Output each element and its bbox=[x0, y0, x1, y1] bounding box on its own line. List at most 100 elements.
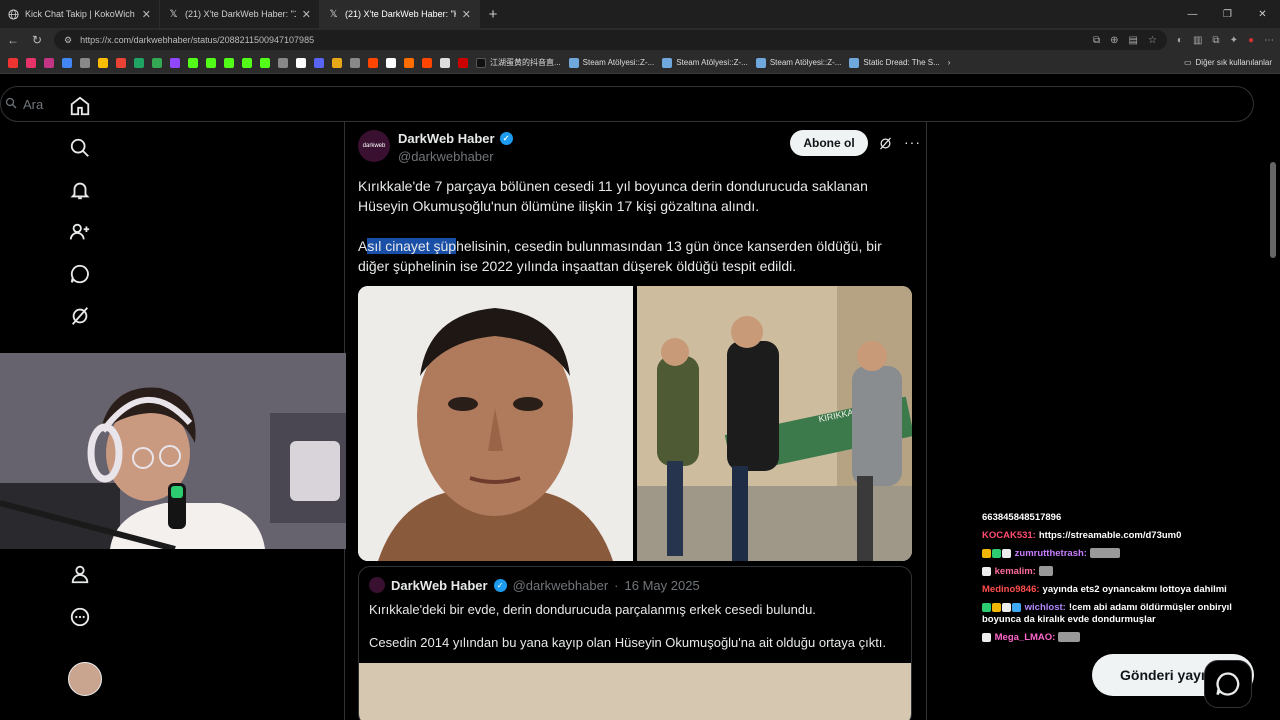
bookmark-favicon-icon[interactable] bbox=[116, 57, 126, 68]
bookmark-favicon-icon[interactable] bbox=[98, 57, 108, 68]
quote-media[interactable] bbox=[359, 663, 911, 720]
bookmark-favicon-icon[interactable] bbox=[170, 57, 180, 68]
bookmark-favicon-icon[interactable] bbox=[404, 57, 414, 68]
text-span: A bbox=[358, 238, 368, 254]
bookmark-favicon-icon[interactable] bbox=[224, 57, 234, 68]
bookmark-favicon-icon[interactable] bbox=[350, 57, 360, 68]
quote-paragraph: Kırıkkale'deki bir evde, derin dondurucu… bbox=[369, 602, 816, 617]
bookmark-favicon-icon[interactable] bbox=[422, 57, 432, 68]
bookmark-item[interactable]: Steam Atölyesi::Z-... bbox=[568, 57, 654, 68]
gift-badge-icon bbox=[992, 602, 1001, 612]
separator: · bbox=[614, 577, 619, 593]
restore-icon[interactable]: ❐ bbox=[1210, 0, 1245, 28]
bookmark-favicon-icon[interactable] bbox=[8, 57, 18, 68]
bookmark-item[interactable]: Steam Atölyesi::Z-... bbox=[662, 57, 748, 68]
bookmark-favicon-icon[interactable] bbox=[278, 57, 288, 68]
bookmark-favicon-icon[interactable] bbox=[440, 57, 450, 68]
chat-icon[interactable] bbox=[62, 256, 98, 292]
extension-icon[interactable]: ◐ bbox=[1177, 35, 1183, 46]
funeral-photo[interactable]: KIRIKKA bbox=[637, 286, 912, 561]
bookmark-item[interactable]: Static Dread: The S... bbox=[849, 57, 940, 68]
kick-badge-icon bbox=[982, 566, 991, 576]
favorite-star-icon[interactable]: ☆ bbox=[1148, 35, 1157, 46]
steam-icon bbox=[662, 57, 673, 68]
bookmark-favicon-icon[interactable] bbox=[296, 57, 306, 68]
bookmark-favicon-icon[interactable] bbox=[26, 57, 36, 68]
bell-icon[interactable] bbox=[62, 172, 98, 208]
close-icon[interactable]: ✕ bbox=[302, 8, 311, 21]
webcam-overlay bbox=[0, 353, 346, 549]
chevron-right-icon[interactable]: › bbox=[948, 58, 951, 67]
url-actions: ⧉ ⊕ ▤ ☆ bbox=[1093, 35, 1157, 46]
follow-icon[interactable] bbox=[62, 214, 98, 250]
reader-icon[interactable]: ▤ bbox=[1129, 35, 1138, 46]
more-options-icon[interactable]: ··· bbox=[904, 134, 921, 150]
close-icon[interactable]: ✕ bbox=[462, 8, 471, 21]
more-icon[interactable] bbox=[62, 599, 98, 635]
bookmark-favicon-icon[interactable] bbox=[152, 57, 162, 68]
minimize-icon[interactable]: — bbox=[1175, 0, 1210, 28]
reload-icon[interactable]: ↻ bbox=[30, 33, 44, 47]
scrollbar[interactable] bbox=[1270, 162, 1276, 258]
close-window-icon[interactable]: ✕ bbox=[1245, 0, 1280, 28]
tweet-header: darkweb DarkWeb Haber ✓ @darkwebhaber Ab… bbox=[358, 130, 921, 170]
author-name-text: DarkWeb Haber bbox=[398, 131, 495, 146]
bookmark-favicon-icon[interactable] bbox=[62, 57, 72, 68]
extensions-puzzle-icon[interactable]: ✦ bbox=[1230, 35, 1238, 46]
bookmark-favicon-icon[interactable] bbox=[332, 57, 342, 68]
subscribe-button[interactable]: Abone ol bbox=[790, 130, 868, 156]
new-tab-button[interactable]: + bbox=[480, 0, 506, 28]
collections-icon[interactable]: ⧉ bbox=[1212, 35, 1219, 46]
bookmark-favicon-icon[interactable] bbox=[458, 57, 468, 68]
account-avatar[interactable] bbox=[68, 662, 102, 696]
tab-kick-chat[interactable]: Kick Chat Takip | KokoWich ✕ bbox=[0, 0, 160, 28]
tab-darkweb-2[interactable]: 𝕏 (21) X'te DarkWeb Haber: "Kırıkkale ✕ bbox=[320, 0, 480, 28]
chat-fab-button[interactable] bbox=[1204, 660, 1252, 708]
site-info-icon[interactable]: ⚙ bbox=[64, 35, 72, 46]
zoom-icon[interactable]: ⊕ bbox=[1110, 35, 1118, 46]
author-handle[interactable]: @darkwebhaber bbox=[398, 149, 494, 164]
author-name[interactable]: DarkWeb Haber ✓ bbox=[398, 131, 513, 146]
translate-icon[interactable]: ⧉ bbox=[1093, 35, 1100, 46]
tweet-media[interactable]: KIRIKKA bbox=[358, 286, 912, 561]
home-icon[interactable] bbox=[62, 88, 98, 124]
bookmark-favicon-icon[interactable] bbox=[242, 57, 252, 68]
crown-badge-icon bbox=[982, 548, 991, 558]
bookmark-favicon-icon[interactable] bbox=[314, 57, 324, 68]
search-icon[interactable] bbox=[62, 130, 98, 166]
profile-icon[interactable] bbox=[62, 556, 98, 592]
avatar-text: darkweb bbox=[362, 143, 386, 149]
grok-icon[interactable] bbox=[878, 136, 893, 156]
bookmark-favicon-icon[interactable] bbox=[188, 57, 198, 68]
avatar[interactable]: darkweb bbox=[358, 130, 390, 162]
bookmark-favicon-icon[interactable] bbox=[80, 57, 90, 68]
bookmark-favicon-icon[interactable] bbox=[134, 57, 144, 68]
emote-icon bbox=[1058, 632, 1081, 643]
quoted-tweet[interactable]: DarkWeb Haber ✓ @darkwebhaber · 16 May 2… bbox=[358, 566, 912, 720]
other-bookmarks-folder[interactable]: ▭ Diğer sık kullanılanlar bbox=[1184, 58, 1272, 67]
bookmark-favicon-icon[interactable] bbox=[44, 57, 54, 68]
steam-icon bbox=[568, 57, 579, 68]
bookmark-item[interactable]: 江湖蛋黄的抖音直... bbox=[476, 57, 561, 68]
toolbar-icons: ◐ ▥ ⧉ ✦ ● ⋯ bbox=[1177, 35, 1274, 46]
bookmark-favicon-icon[interactable] bbox=[206, 57, 216, 68]
x-logo-icon: 𝕏 bbox=[169, 8, 178, 20]
bookmark-favicon-icon[interactable] bbox=[260, 57, 270, 68]
tab-darkweb-1[interactable]: 𝕏 (21) X'te DarkWeb Haber: "11 yıllık ✕ bbox=[160, 0, 320, 28]
menu-icon[interactable]: ⋯ bbox=[1264, 35, 1274, 46]
bookmark-favicon-icon[interactable] bbox=[386, 57, 396, 68]
portrait-photo[interactable] bbox=[358, 286, 633, 561]
close-icon[interactable]: ✕ bbox=[142, 8, 151, 21]
bookmark-favicon-icon[interactable] bbox=[368, 57, 378, 68]
grok-icon[interactable] bbox=[62, 298, 98, 334]
sidebar-icon[interactable]: ▥ bbox=[1193, 35, 1202, 46]
profile-avatar-icon[interactable]: ● bbox=[1248, 35, 1254, 46]
url-input[interactable]: ⚙ https://x.com/darkwebhaber/status/2088… bbox=[54, 30, 1167, 50]
diamond-badge-icon bbox=[1012, 602, 1021, 612]
chat-message: zumrutthetrash: bbox=[982, 548, 1252, 560]
search-input[interactable]: Ara bbox=[0, 86, 1254, 122]
bookmarks-bar: 江湖蛋黄的抖音直... Steam Atölyesi::Z-... Steam … bbox=[0, 52, 1280, 74]
bookmark-item[interactable]: Steam Atölyesi::Z-... bbox=[755, 57, 841, 68]
chat-message: Medino9846: yayında ets2 oynancakmı lotto… bbox=[982, 584, 1252, 596]
back-icon[interactable]: ← bbox=[6, 33, 20, 47]
